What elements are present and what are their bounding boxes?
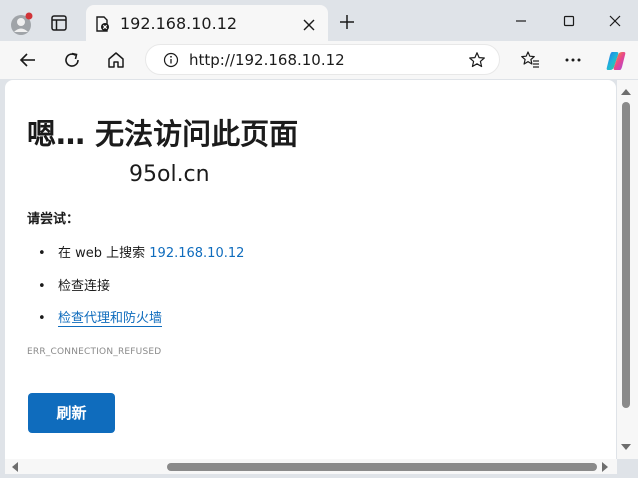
suggestion-proxy-firewall: • 检查代理和防火墙 bbox=[38, 307, 163, 327]
try-label: 请尝试： bbox=[27, 212, 80, 227]
scroll-up-arrow-icon[interactable] bbox=[621, 89, 631, 95]
error-code: ERR_CONNECTION_REFUSED bbox=[27, 347, 162, 357]
tab-title: 192.168.10.12 bbox=[120, 14, 238, 33]
minimize-icon[interactable] bbox=[510, 10, 532, 32]
site-info-icon[interactable] bbox=[163, 52, 179, 68]
horizontal-scrollbar[interactable] bbox=[5, 459, 617, 474]
scroll-left-arrow-icon[interactable] bbox=[12, 462, 18, 472]
page-error-icon bbox=[94, 16, 110, 32]
vertical-scroll-thumb[interactable] bbox=[622, 102, 630, 408]
scroll-down-arrow-icon[interactable] bbox=[621, 444, 631, 450]
favorites-icon[interactable] bbox=[520, 50, 540, 70]
refresh-button[interactable]: 刷新 bbox=[28, 393, 115, 433]
window-bottom-edge bbox=[0, 474, 638, 478]
new-tab-icon[interactable] bbox=[338, 13, 356, 31]
maximize-icon[interactable] bbox=[558, 10, 580, 32]
back-arrow-icon[interactable] bbox=[18, 50, 38, 70]
tab-actions-icon[interactable] bbox=[50, 14, 68, 32]
address-bar-url[interactable]: http://192.168.10.12 bbox=[189, 51, 345, 69]
close-window-icon[interactable] bbox=[604, 10, 626, 32]
refresh-icon[interactable] bbox=[62, 50, 82, 70]
copilot-icon[interactable] bbox=[605, 50, 626, 70]
vertical-scrollbar[interactable] bbox=[617, 80, 638, 459]
error-host: 95ol.cn bbox=[129, 162, 210, 187]
horizontal-scroll-thumb[interactable] bbox=[167, 463, 597, 471]
toolbar: http://192.168.10.12 bbox=[0, 41, 638, 79]
page-content: 嗯… 无法访问此页面 95ol.cn 请尝试： • 在 web 上搜索 192.1… bbox=[5, 80, 616, 459]
tab-close-icon[interactable] bbox=[302, 17, 316, 31]
check-proxy-firewall-link[interactable]: 检查代理和防火墙 bbox=[58, 311, 163, 327]
bullet: • bbox=[38, 246, 46, 261]
bullet: • bbox=[38, 279, 46, 294]
address-bar[interactable]: http://192.168.10.12 bbox=[145, 44, 500, 75]
home-icon[interactable] bbox=[106, 50, 126, 70]
scroll-right-arrow-icon[interactable] bbox=[602, 462, 608, 472]
error-title: 嗯… 无法访问此页面 bbox=[27, 117, 299, 151]
profile-avatar-icon[interactable] bbox=[10, 12, 34, 36]
tab-strip: 192.168.10.12 bbox=[0, 0, 638, 45]
suggestion-text: 检查连接 bbox=[58, 279, 111, 294]
bullet: • bbox=[38, 311, 46, 326]
suggestion-text: 在 web 上搜索 bbox=[58, 246, 150, 261]
favorite-star-icon[interactable] bbox=[468, 51, 486, 69]
search-web-link[interactable]: 192.168.10.12 bbox=[149, 246, 244, 261]
more-menu-icon[interactable] bbox=[563, 50, 583, 70]
tab-active[interactable]: 192.168.10.12 bbox=[86, 5, 328, 45]
suggestion-check-connection: • 检查连接 bbox=[38, 275, 110, 294]
suggestion-search: • 在 web 上搜索 192.168.10.12 bbox=[38, 242, 244, 261]
